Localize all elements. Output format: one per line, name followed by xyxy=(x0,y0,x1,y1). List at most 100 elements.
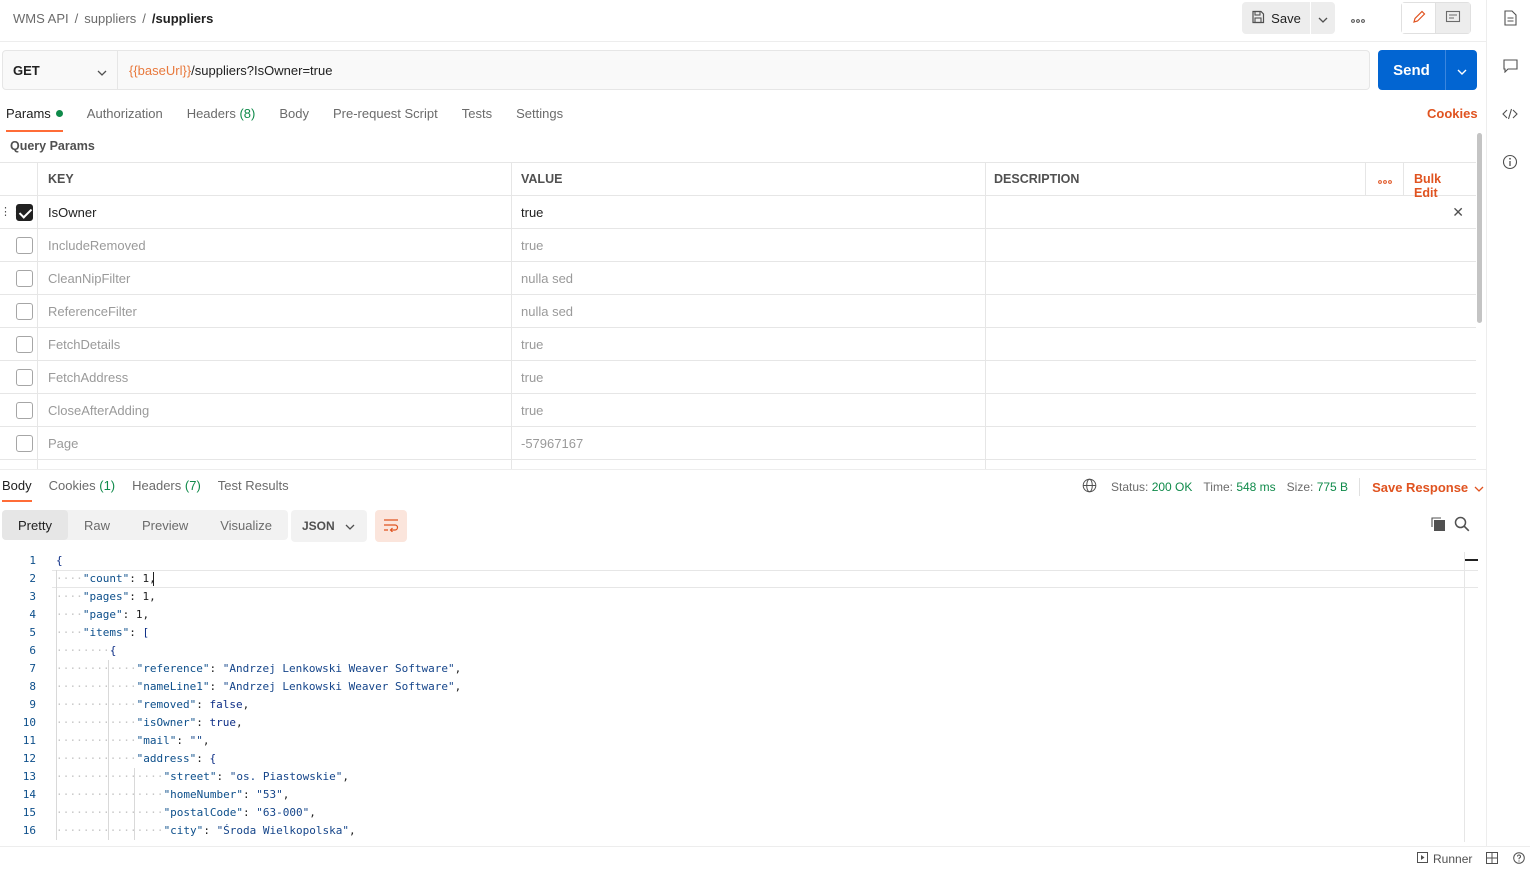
param-description-cell[interactable] xyxy=(986,328,1476,361)
param-description-cell[interactable] xyxy=(986,196,1476,229)
row-checkbox[interactable] xyxy=(16,204,33,221)
layout-icon[interactable] xyxy=(1486,852,1498,867)
param-key-cell[interactable]: CloseAfterAdding xyxy=(38,394,512,427)
param-value-cell[interactable]: true xyxy=(512,394,986,427)
param-key-cell[interactable]: IsOwner xyxy=(38,196,512,229)
tab-body[interactable]: Body xyxy=(279,106,309,130)
param-description-cell[interactable] xyxy=(986,394,1476,427)
breadcrumb: WMS API / suppliers //suppliers xyxy=(13,11,213,26)
save-button[interactable]: Save xyxy=(1242,2,1310,34)
code-token: "Środa Wielkopolska" xyxy=(216,824,350,837)
view-raw[interactable]: Raw xyxy=(68,510,126,540)
row-checkbox[interactable] xyxy=(16,336,33,353)
column-options-button[interactable] xyxy=(1365,163,1403,196)
send-button[interactable]: Send xyxy=(1378,50,1445,90)
copy-icon[interactable] xyxy=(1430,516,1446,535)
view-pretty[interactable]: Pretty xyxy=(2,510,68,540)
param-description-cell[interactable] xyxy=(986,262,1476,295)
response-time[interactable]: Time: 548 ms xyxy=(1203,480,1275,494)
param-key-cell[interactable]: IncludeRemoved xyxy=(38,229,512,262)
param-description-cell[interactable] xyxy=(986,295,1476,328)
params-scrollbar[interactable] xyxy=(1477,133,1482,323)
param-value-cell[interactable]: true xyxy=(512,328,986,361)
help-icon[interactable] xyxy=(1513,852,1525,867)
save-response-button[interactable]: Save Response xyxy=(1372,480,1484,495)
code-token: : xyxy=(209,662,223,675)
tab-params[interactable]: Params xyxy=(6,106,63,132)
row-checkbox[interactable] xyxy=(16,369,33,386)
http-method-select[interactable]: GET xyxy=(2,50,118,90)
tab-label: Test Results xyxy=(217,478,289,493)
row-checkbox[interactable] xyxy=(16,270,33,287)
tab-headers[interactable]: Headers (8) xyxy=(187,106,256,130)
code-icon[interactable] xyxy=(1501,105,1519,123)
line-number: 9 xyxy=(29,698,36,711)
param-description-cell[interactable] xyxy=(986,361,1476,394)
request-url-input[interactable]: {{baseUrl}}/suppliers?IsOwner=true xyxy=(118,50,1370,90)
breadcrumb-collection[interactable]: WMS API xyxy=(13,11,69,26)
param-value-cell[interactable]: true xyxy=(512,229,986,262)
tab-response-headers[interactable]: Headers (7) xyxy=(132,478,201,493)
param-key-cell[interactable]: Page xyxy=(38,427,512,460)
documentation-icon[interactable] xyxy=(1501,9,1519,27)
editor-overview-ruler[interactable] xyxy=(1464,552,1478,842)
param-description-cell[interactable] xyxy=(986,460,1476,469)
response-status[interactable]: Status: 200 OK xyxy=(1111,480,1192,494)
tab-tests[interactable]: Tests xyxy=(462,106,492,130)
param-key-cell[interactable]: FetchDetails xyxy=(38,328,512,361)
param-description-cell[interactable] xyxy=(986,427,1476,460)
param-key-cell[interactable] xyxy=(38,460,512,469)
tab-pre-request-script[interactable]: Pre-request Script xyxy=(333,106,438,130)
param-key-cell[interactable]: FetchAddress xyxy=(38,361,512,394)
tab-settings[interactable]: Settings xyxy=(516,106,563,130)
format-select[interactable]: JSON xyxy=(291,510,367,542)
param-value-cell[interactable]: true xyxy=(512,361,986,394)
documentation-mode-button[interactable] xyxy=(1436,3,1470,33)
breadcrumb-folder[interactable]: suppliers xyxy=(84,11,136,26)
response-size[interactable]: Size: 775 B xyxy=(1287,480,1348,494)
row-checkbox[interactable] xyxy=(16,237,33,254)
wrap-lines-button[interactable] xyxy=(375,510,407,542)
status-value: 200 OK xyxy=(1151,480,1193,494)
param-key-cell[interactable]: ReferenceFilter xyxy=(38,295,512,328)
tab-label: Body xyxy=(2,478,32,493)
code-token: true xyxy=(209,716,237,729)
runner-button[interactable]: Runner xyxy=(1417,852,1472,866)
globe-icon[interactable] xyxy=(1082,478,1097,496)
edit-mode-button[interactable] xyxy=(1402,3,1436,33)
param-description-cell[interactable] xyxy=(986,229,1476,262)
tab-response-cookies[interactable]: Cookies (1) xyxy=(49,478,115,493)
param-value-cell[interactable]: -57967167 xyxy=(512,427,986,460)
row-checkbox-cell: ⋮⋮ xyxy=(0,196,38,229)
row-checkbox[interactable] xyxy=(16,402,33,419)
row-checkbox-cell xyxy=(0,394,38,427)
indent-whitespace: ···· xyxy=(56,626,83,639)
param-value-cell[interactable]: nulla sed xyxy=(512,262,986,295)
save-options-button[interactable] xyxy=(1311,2,1335,34)
info-icon[interactable] xyxy=(1501,153,1519,171)
param-key-cell[interactable]: CleanNipFilter xyxy=(38,262,512,295)
row-checkbox[interactable] xyxy=(16,435,33,452)
line-number: 8 xyxy=(29,680,36,693)
tab-test-results[interactable]: Test Results xyxy=(218,478,289,493)
request-tabs: Params Authorization Headers (8) Body Pr… xyxy=(6,106,587,132)
cookies-link[interactable]: Cookies xyxy=(1427,106,1478,121)
breadcrumb-request[interactable]: /suppliers xyxy=(152,11,213,26)
code-token: : xyxy=(196,752,210,765)
send-options-button[interactable] xyxy=(1445,50,1477,90)
bulk-edit-button[interactable]: Bulk Edit xyxy=(1403,163,1476,200)
comments-icon[interactable] xyxy=(1501,57,1519,75)
response-body-editor[interactable]: 1{2····"count": 1,3····"pages": 1,4····"… xyxy=(0,552,1478,840)
param-value-cell[interactable]: true xyxy=(512,196,986,229)
view-visualize[interactable]: Visualize xyxy=(204,510,288,540)
more-actions-button[interactable] xyxy=(1343,5,1373,31)
tab-response-body[interactable]: Body xyxy=(2,478,32,502)
http-method-value: GET xyxy=(13,62,40,78)
param-value-cell[interactable] xyxy=(512,460,986,469)
param-value-cell[interactable]: nulla sed xyxy=(512,295,986,328)
search-icon[interactable] xyxy=(1454,516,1470,535)
view-preview[interactable]: Preview xyxy=(126,510,204,540)
row-checkbox[interactable] xyxy=(16,303,33,320)
tab-authorization[interactable]: Authorization xyxy=(87,106,163,130)
close-icon[interactable]: ✕ xyxy=(1452,204,1464,221)
